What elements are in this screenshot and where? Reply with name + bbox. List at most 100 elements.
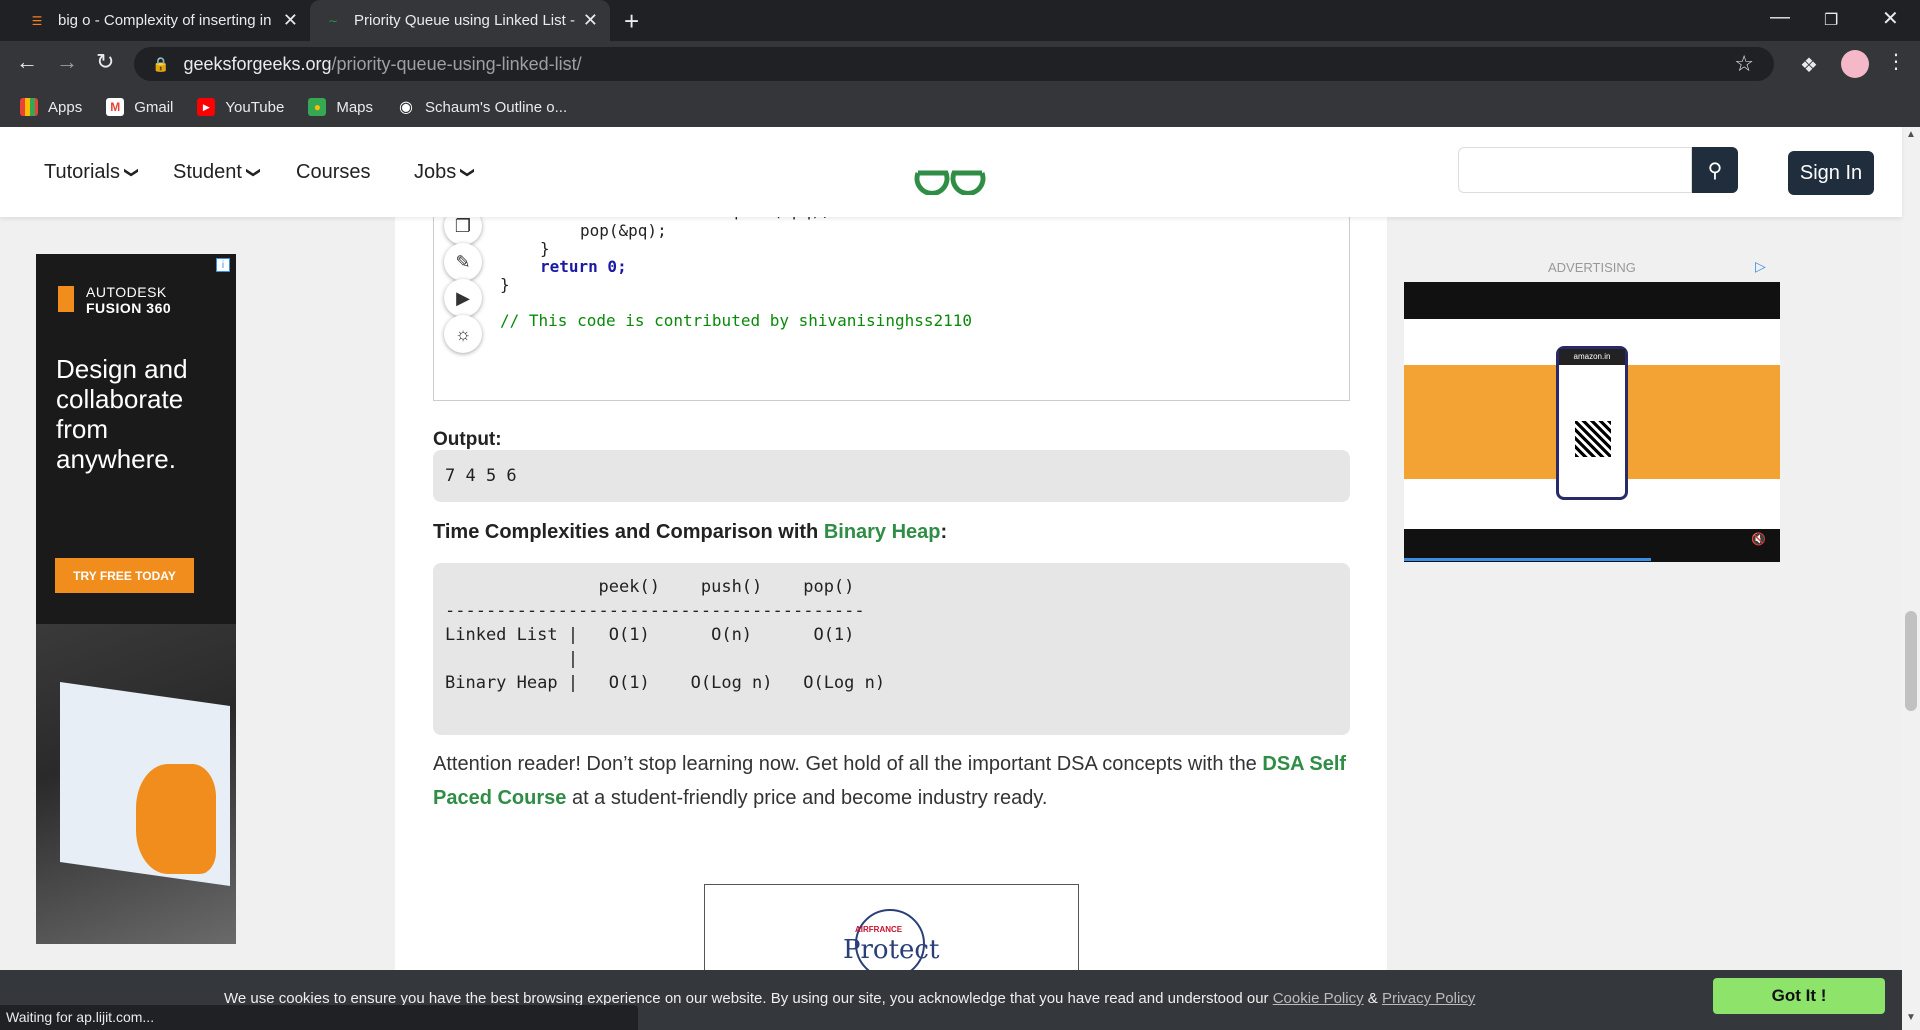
ad-amazon-video[interactable]: amazon.in 🔇	[1404, 282, 1780, 562]
tab-gfg[interactable]: ∼ Priority Queue using Linked List - ✕	[310, 0, 610, 41]
nav-student[interactable]: Student ❯	[173, 161, 263, 184]
close-tab-icon[interactable]: ✕	[583, 10, 598, 31]
ad-phone-image: amazon.in	[1556, 346, 1628, 500]
bookmark-label: Gmail	[134, 98, 174, 116]
status-bar: Waiting for ap.lijit.com...	[0, 1005, 638, 1030]
attention-text: Attention reader! Don’t stop learning no…	[433, 753, 1263, 775]
af-brand-small: AIRFRANCE	[855, 925, 903, 934]
complexity-heading: Time Complexities and Comparison with Bi…	[433, 521, 947, 544]
youtube-icon: ▶	[197, 98, 216, 116]
tab-stackoverflow[interactable]: ☰ big o - Complexity of inserting in ✕	[14, 0, 310, 41]
bookmark-gmail[interactable]: M Gmail	[106, 98, 173, 116]
globe-icon: ◉	[399, 99, 413, 116]
chevron-down-icon: ❯	[246, 166, 263, 179]
address-bar-row: ← → ↻ 🔒 geeksforgeeks.org/priority-queue…	[0, 41, 1920, 87]
tab-title: Priority Queue using Linked List -	[354, 12, 575, 29]
ad-brand-line2: FUSION 360	[86, 300, 172, 316]
site-header: Tutorials ❯ Student ❯ Courses Jobs ❯ ⚲ Sign…	[0, 127, 1902, 217]
bookmarks-bar: Apps M Gmail ▶ YouTube ● Maps ◉ Schaum's…	[0, 87, 1920, 127]
bookmark-youtube[interactable]: ▶ YouTube	[197, 98, 284, 116]
page-scrollbar[interactable]: ▲ ▼	[1902, 127, 1920, 1030]
ad-brand-line1: AUTODESK	[86, 284, 167, 300]
scroll-thumb[interactable]	[1905, 611, 1917, 711]
url-bar[interactable]: 🔒 geeksforgeeks.org/priority-queue-using…	[134, 47, 1774, 81]
search-input[interactable]	[1458, 147, 1692, 193]
edit-code-icon[interactable]: ✎	[444, 243, 482, 281]
cookie-policy-link[interactable]: Cookie Policy	[1273, 990, 1364, 1007]
bookmark-label: Schaum's Outline o...	[425, 98, 568, 116]
ad-headline: Design and collaborate from anywhere.	[56, 354, 188, 474]
apps-grid-icon	[20, 98, 38, 116]
phone-brand: amazon.in	[1559, 349, 1625, 365]
code-block: ❐ ✎ ▶ ☼ cout << << peek(&pq); pop(&pq); …	[433, 201, 1350, 401]
chevron-down-icon: ❯	[124, 166, 141, 179]
qr-code-image	[1575, 421, 1611, 457]
bookmark-label: Maps	[336, 98, 374, 116]
complexity-line: Linked List | O(1) O(n) O(1)	[445, 625, 855, 645]
new-tab-button[interactable]: +	[624, 6, 639, 37]
mute-icon[interactable]: 🔇	[1751, 532, 1766, 546]
attention-paragraph: Attention reader! Don’t stop learning no…	[433, 747, 1350, 815]
output-box: 7 4 5 6	[433, 450, 1350, 502]
bookmark-maps[interactable]: ● Maps	[308, 98, 373, 116]
extensions-icon[interactable]: ❖	[1800, 53, 1818, 78]
advertising-label: ADVERTISING	[1548, 260, 1636, 275]
ad-autodesk[interactable]: i AUTODESK FUSION 360 Design and collabo…	[36, 254, 236, 944]
nav-courses[interactable]: Courses	[296, 161, 370, 184]
menu-icon[interactable]: ⋮	[1886, 49, 1906, 74]
ad-cta-button[interactable]: TRY FREE TODAY	[55, 558, 194, 593]
bookmark-label: Apps	[48, 98, 83, 116]
code-line: }	[540, 239, 550, 258]
gfg-logo[interactable]	[912, 151, 988, 195]
nav-label: Courses	[296, 161, 371, 183]
theme-toggle-icon[interactable]: ☼	[444, 315, 482, 353]
minimize-icon[interactable]: —	[1770, 6, 1790, 29]
heading-text: Time Complexities and Comparison with	[433, 521, 824, 543]
bookmark-label: YouTube	[225, 98, 285, 116]
privacy-policy-link[interactable]: Privacy Policy	[1382, 990, 1475, 1007]
reload-icon[interactable]: ↻	[96, 49, 114, 75]
nav-jobs[interactable]: Jobs ❯	[414, 161, 477, 184]
attention-text: at a student-friendly price and become i…	[566, 787, 1048, 809]
complexity-line: |	[445, 649, 579, 669]
video-progress-bar	[1404, 558, 1651, 561]
gmail-icon: M	[106, 98, 125, 116]
stackoverflow-icon: ☰	[31, 13, 43, 28]
close-tab-icon[interactable]: ✕	[283, 10, 298, 31]
heading-colon: :	[940, 521, 948, 543]
adchoices-icon[interactable]: ▷	[1755, 258, 1766, 275]
complexity-line: ----------------------------------------…	[445, 601, 865, 621]
code-comment: // This code is contributed by shivanisi…	[500, 311, 973, 330]
nav-label: Jobs	[414, 161, 457, 183]
run-code-icon[interactable]: ▶	[444, 279, 482, 317]
bookmark-star-icon[interactable]: ☆	[1734, 51, 1754, 77]
af-brand: Protect	[843, 935, 940, 965]
url-domain: geeksforgeeks.org	[183, 53, 332, 74]
nav-tutorials[interactable]: Tutorials ❯	[44, 161, 141, 184]
chevron-down-icon: ❯	[460, 166, 477, 179]
nav-label: Student	[173, 161, 242, 183]
bookmark-apps[interactable]: Apps	[20, 98, 82, 116]
gfg-favicon: ∼	[327, 13, 339, 28]
got-it-button[interactable]: Got It !	[1713, 978, 1885, 1014]
scroll-up-icon[interactable]: ▲	[1906, 129, 1916, 140]
close-window-icon[interactable]: ✕	[1882, 6, 1899, 31]
url-path: /priority-queue-using-linked-list/	[331, 53, 582, 74]
search-icon[interactable]: ⚲	[1692, 147, 1738, 193]
scroll-down-icon[interactable]: ▼	[1906, 1012, 1916, 1023]
sign-in-button[interactable]: Sign In	[1788, 151, 1874, 195]
restore-icon[interactable]: ❐	[1824, 10, 1838, 30]
profile-avatar[interactable]	[1841, 50, 1869, 78]
complexity-table: peek() push() pop() --------------------…	[433, 563, 1350, 735]
ad-info-icon[interactable]: i	[216, 258, 230, 272]
cookie-amp: &	[1363, 990, 1382, 1007]
binary-heap-link[interactable]: Binary Heap	[824, 521, 941, 543]
fusion-logo-icon	[58, 286, 74, 312]
bookmark-schaums[interactable]: ◉ Schaum's Outline o...	[397, 98, 568, 117]
complexity-line: peek() push() pop()	[445, 577, 855, 597]
ad-3d-model-image	[136, 764, 216, 874]
back-icon[interactable]: ←	[16, 49, 38, 75]
ad-airfrance[interactable]: AIRFRANCE Protect	[704, 884, 1079, 984]
page-viewport: i AUTODESK FUSION 360 Design and collabo…	[0, 127, 1920, 1030]
forward-icon[interactable]: →	[56, 49, 78, 75]
